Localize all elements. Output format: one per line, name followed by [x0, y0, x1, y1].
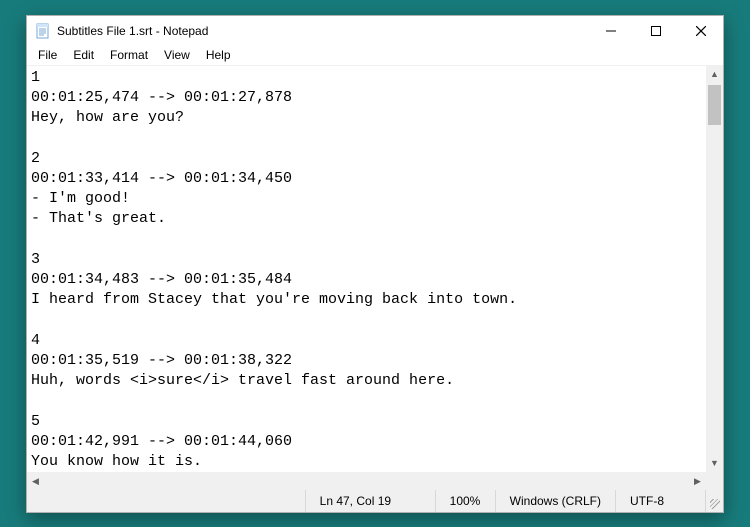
status-encoding: UTF-8 [615, 490, 705, 512]
notepad-app-icon [35, 23, 51, 39]
text-editor[interactable]: 1 00:01:25,474 --> 00:01:27,878 Hey, how… [27, 66, 706, 472]
status-cursor-position: Ln 47, Col 19 [305, 490, 435, 512]
maximize-icon [651, 26, 661, 36]
menu-format[interactable]: Format [103, 47, 155, 63]
menu-edit[interactable]: Edit [66, 47, 101, 63]
close-icon [696, 26, 706, 36]
status-zoom: 100% [435, 490, 495, 512]
client-area: 1 00:01:25,474 --> 00:01:27,878 Hey, how… [27, 66, 723, 490]
status-filler [27, 490, 305, 512]
menubar: File Edit Format View Help [27, 46, 723, 66]
minimize-button[interactable] [588, 16, 633, 46]
scroll-thumb[interactable] [708, 85, 721, 125]
scroll-left-icon[interactable]: ◀ [27, 473, 44, 490]
horizontal-scrollbar[interactable]: ◀ ▶ [27, 473, 723, 490]
status-line-ending: Windows (CRLF) [495, 490, 615, 512]
vertical-scrollbar[interactable]: ▲ ▼ [706, 66, 723, 472]
maximize-button[interactable] [633, 16, 678, 46]
close-button[interactable] [678, 16, 723, 46]
scroll-corner [706, 473, 723, 490]
menu-file[interactable]: File [31, 47, 64, 63]
statusbar: Ln 47, Col 19 100% Windows (CRLF) UTF-8 [27, 490, 723, 512]
menu-help[interactable]: Help [199, 47, 238, 63]
hscroll-track[interactable] [44, 473, 689, 490]
menu-view[interactable]: View [157, 47, 197, 63]
titlebar[interactable]: Subtitles File 1.srt - Notepad [27, 16, 723, 46]
scroll-down-icon[interactable]: ▼ [706, 455, 723, 472]
notepad-window: Subtitles File 1.srt - Notepad File Edit… [26, 15, 724, 513]
scroll-track[interactable] [706, 83, 723, 455]
window-title: Subtitles File 1.srt - Notepad [57, 24, 208, 38]
scroll-up-icon[interactable]: ▲ [706, 66, 723, 83]
minimize-icon [606, 26, 616, 36]
resize-grip[interactable] [705, 490, 723, 512]
scroll-right-icon[interactable]: ▶ [689, 473, 706, 490]
editor-wrap: 1 00:01:25,474 --> 00:01:27,878 Hey, how… [27, 66, 723, 473]
